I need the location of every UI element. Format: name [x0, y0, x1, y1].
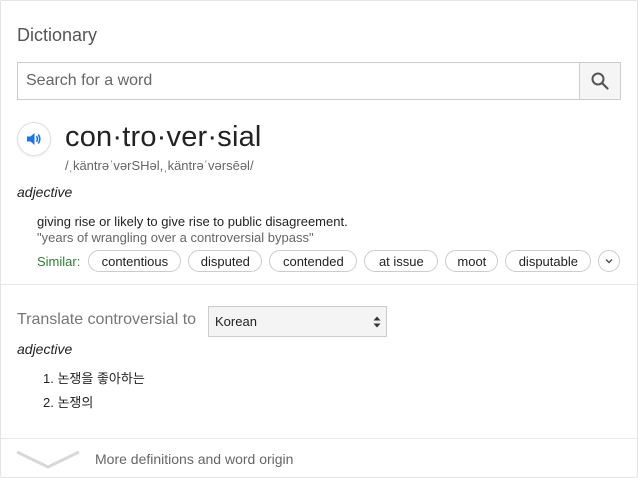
more-definitions-link[interactable]: More definitions and word origin	[15, 446, 615, 472]
similar-chip-contended[interactable]: contended	[269, 250, 358, 272]
similar-chip-at-issue[interactable]: at issue	[364, 250, 439, 272]
search-box	[17, 62, 621, 100]
language-select-value: Korean	[215, 314, 257, 329]
search-input[interactable]	[18, 63, 579, 99]
translation-item: 2. 논쟁의	[43, 395, 94, 410]
dictionary-title: Dictionary	[17, 25, 98, 45]
search-icon	[591, 72, 609, 90]
translation-part-of-speech: adjective	[17, 341, 73, 357]
footer-divider	[1, 438, 637, 439]
similar-chip-moot[interactable]: moot	[445, 250, 499, 272]
expand-similar-button[interactable]	[598, 250, 621, 272]
chevron-down-large-icon	[16, 450, 80, 469]
search-button[interactable]	[579, 63, 620, 99]
select-arrows-icon	[373, 316, 381, 328]
example-sentence: "years of wrangling over a controversial…	[37, 230, 314, 245]
similar-chip-contentious[interactable]: contentious	[88, 250, 182, 272]
part-of-speech: adjective	[17, 184, 73, 200]
similar-label: Similar:	[37, 253, 81, 269]
similar-words: Similar: contentious disputed contended …	[37, 250, 621, 272]
speaker-icon	[27, 133, 41, 145]
translate-label: Translate controversial to	[17, 311, 197, 328]
section-divider	[1, 284, 637, 285]
headword: con·tro·ver·sial	[65, 121, 262, 153]
translation-list: 1. 논쟁을 좋아하는 2. 논쟁의	[43, 367, 145, 415]
pronounce-button[interactable]	[17, 122, 51, 156]
pronunciation: /ˌkäntrəˈvərSHəl,ˌkäntrəˈvərsēəl/	[65, 158, 254, 173]
similar-chip-disputed[interactable]: disputed	[188, 250, 263, 272]
similar-chip-disputable[interactable]: disputable	[505, 250, 592, 272]
definition: giving rise or likely to give rise to pu…	[37, 214, 348, 229]
dictionary-card: Dictionary con·tro·ver·sial /ˌkäntrəˈvər…	[0, 0, 638, 478]
translation-item: 1. 논쟁을 좋아하는	[43, 371, 145, 386]
language-select[interactable]: Korean	[208, 306, 387, 337]
chevron-down-icon	[605, 258, 613, 264]
more-definitions-label: More definitions and word origin	[95, 451, 294, 467]
